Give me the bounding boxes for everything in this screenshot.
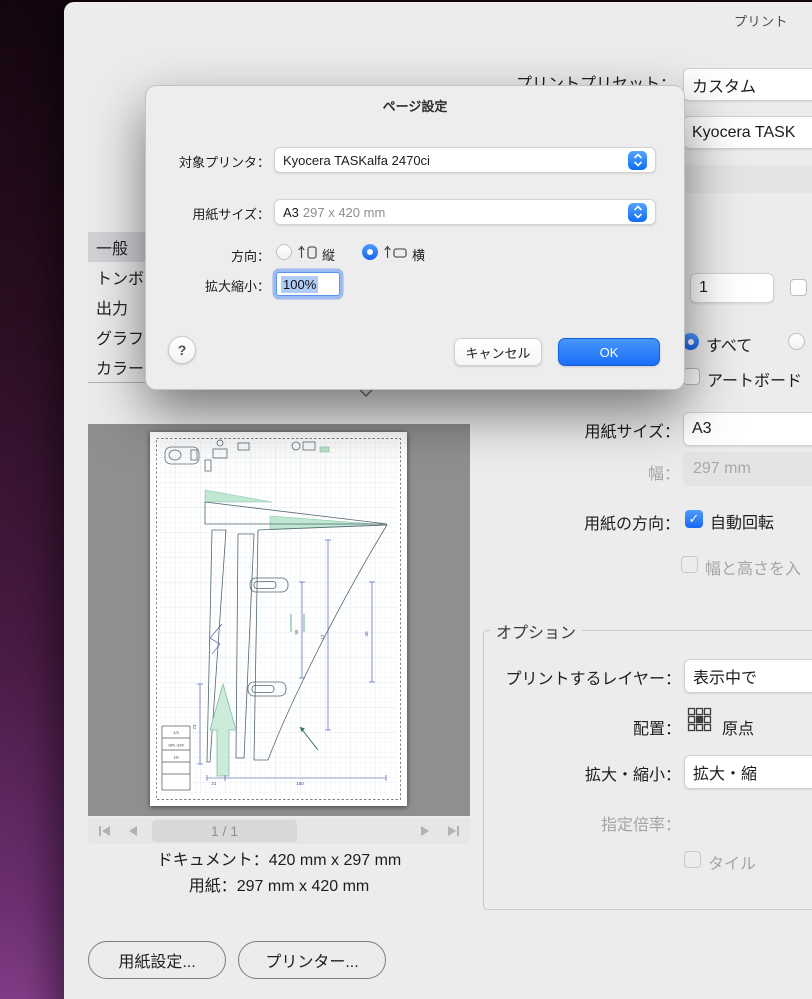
dim-label: 12 bbox=[320, 634, 325, 640]
ppd-field-disabled bbox=[683, 165, 812, 193]
scale-value: 100% bbox=[281, 275, 319, 293]
dim-label: 21 bbox=[211, 781, 217, 786]
range-pages-radio[interactable] bbox=[788, 333, 805, 350]
help-button[interactable]: ? bbox=[168, 336, 196, 364]
sheet-scale-label: 拡大縮小： bbox=[204, 279, 270, 294]
sheet-paper-size-select[interactable]: A3 297 x 420 mm bbox=[274, 199, 656, 225]
page-setup-sheet: ページ設定 対象プリンタ： Kyocera TASKalfa 2470ci 用紙… bbox=[145, 85, 685, 390]
chevron-down-icon bbox=[359, 389, 373, 398]
dim-label: 40 bbox=[364, 631, 369, 637]
printer-value: Kyocera TASK bbox=[692, 123, 796, 141]
paper-size-select[interactable]: A3 bbox=[683, 412, 812, 446]
stepper-icon bbox=[628, 202, 647, 222]
placement-label: 配置： bbox=[632, 721, 681, 738]
window-title: プリント bbox=[734, 14, 789, 29]
sheet-paper-size-label: 用紙サイズ： bbox=[192, 207, 270, 222]
artboard-label: アートボード bbox=[707, 373, 803, 390]
document-info: ドキュメント：420 mm x 297 mm 用紙：297 mm x 420 m… bbox=[88, 848, 470, 900]
dim-label: 73 bbox=[192, 724, 197, 730]
dim-label: 55 bbox=[294, 629, 299, 635]
placement-grid-icon[interactable] bbox=[687, 707, 713, 733]
portrait-radio[interactable] bbox=[276, 244, 292, 260]
check-icon: ✓ bbox=[688, 511, 700, 526]
scale-option-label: 拡大・縮小： bbox=[584, 767, 681, 784]
last-page-button[interactable] bbox=[446, 825, 460, 837]
swap-wh-checkbox bbox=[681, 556, 698, 573]
portrait-label: 縦 bbox=[322, 248, 336, 263]
auto-rotate-checkbox[interactable]: ✓ bbox=[685, 510, 703, 528]
target-printer-value: Kyocera TASKalfa 2470ci bbox=[283, 152, 430, 168]
options-group: オプション プリントするレイヤー： 表示中で 配置： 原点 拡大・縮小： 拡大・… bbox=[483, 619, 812, 910]
print-layers-select[interactable]: 表示中で bbox=[684, 659, 812, 693]
titleblock-rev: 1st bbox=[173, 755, 179, 760]
dim-label: 150 bbox=[296, 781, 304, 786]
preview-drawing: 12 55 40 150 21 73 1/3 SPL-324 1st bbox=[156, 438, 401, 800]
artboard-checkbox[interactable] bbox=[683, 368, 700, 385]
copies-value: 1 bbox=[699, 279, 708, 296]
width-value: 297 mm bbox=[693, 460, 751, 477]
print-preview-pane: 12 55 40 150 21 73 1/3 SPL-324 1st bbox=[88, 424, 470, 816]
print-layers-label: プリントするレイヤー： bbox=[505, 671, 681, 688]
preview-page[interactable]: 12 55 40 150 21 73 1/3 SPL-324 1st bbox=[150, 432, 407, 806]
paper-orientation-label: 用紙の方向： bbox=[583, 516, 680, 533]
titleblock-page: 1/3 bbox=[173, 730, 179, 735]
sheet-paper-size-value: A3 bbox=[283, 204, 299, 220]
sidebar-item-label: 出力 bbox=[96, 301, 129, 318]
paper-setup-button[interactable]: 用紙設定... bbox=[88, 941, 226, 979]
next-page-button[interactable] bbox=[420, 825, 430, 837]
paper-size-line: 用紙：297 mm x 420 mm bbox=[188, 878, 370, 895]
titleblock-code: SPL-324 bbox=[168, 743, 184, 748]
printer-setup-button[interactable]: プリンター... bbox=[238, 941, 386, 979]
tile-checkbox bbox=[684, 851, 701, 868]
swap-wh-label: 幅と高さを入 bbox=[705, 561, 802, 578]
stepper-icon bbox=[628, 150, 647, 170]
document-size-line: ドキュメント：420 mm x 297 mm bbox=[156, 852, 402, 869]
paper-size-value: A3 bbox=[692, 420, 712, 437]
scale-input[interactable]: 100% bbox=[276, 272, 340, 296]
portrait-icon bbox=[298, 245, 317, 259]
landscape-icon bbox=[384, 245, 407, 258]
preview-pager: 1 / 1 bbox=[88, 818, 470, 844]
paper-size-label: 用紙サイズ： bbox=[584, 424, 680, 441]
print-layers-value: 表示中で bbox=[693, 670, 758, 687]
sidebar-item-label: 一般 bbox=[96, 241, 129, 258]
desktop: プリント プリントプリセット： カスタム Kyocera TASK 1 すべて … bbox=[0, 0, 812, 999]
target-printer-select[interactable]: Kyocera TASKalfa 2470ci bbox=[274, 147, 656, 173]
sheet-paper-size-detail: 297 x 420 mm bbox=[302, 204, 386, 220]
collate-checkbox[interactable] bbox=[790, 279, 807, 296]
preset-value: カスタム bbox=[692, 78, 757, 96]
scale-option-select[interactable]: 拡大・縮 bbox=[684, 755, 812, 789]
width-field-disabled: 297 mm bbox=[683, 452, 812, 486]
auto-rotate-label: 自動回転 bbox=[710, 515, 775, 532]
landscape-label: 横 bbox=[412, 248, 426, 263]
target-printer-label: 対象プリンタ： bbox=[178, 155, 270, 170]
width-label: 幅： bbox=[647, 466, 680, 483]
landscape-radio[interactable] bbox=[362, 244, 378, 260]
previous-page-button[interactable] bbox=[128, 825, 138, 837]
options-group-title: オプション bbox=[490, 619, 583, 643]
sheet-title: ページ設定 bbox=[382, 99, 448, 114]
cancel-button[interactable]: キャンセル bbox=[454, 338, 542, 366]
ratio-label: 指定倍率： bbox=[600, 817, 681, 834]
preset-select[interactable]: カスタム bbox=[683, 68, 812, 101]
ok-button[interactable]: OK bbox=[558, 338, 660, 366]
tile-label: タイル bbox=[708, 856, 757, 873]
page-indicator: 1 / 1 bbox=[152, 820, 297, 842]
printer-select[interactable]: Kyocera TASK bbox=[683, 116, 812, 149]
range-all-label: すべて bbox=[706, 338, 753, 355]
placement-value: 原点 bbox=[722, 721, 755, 738]
orientation-label: 方向： bbox=[230, 249, 270, 264]
scale-option-value: 拡大・縮 bbox=[693, 766, 758, 783]
first-page-button[interactable] bbox=[98, 825, 112, 837]
copies-input[interactable]: 1 bbox=[690, 273, 774, 303]
